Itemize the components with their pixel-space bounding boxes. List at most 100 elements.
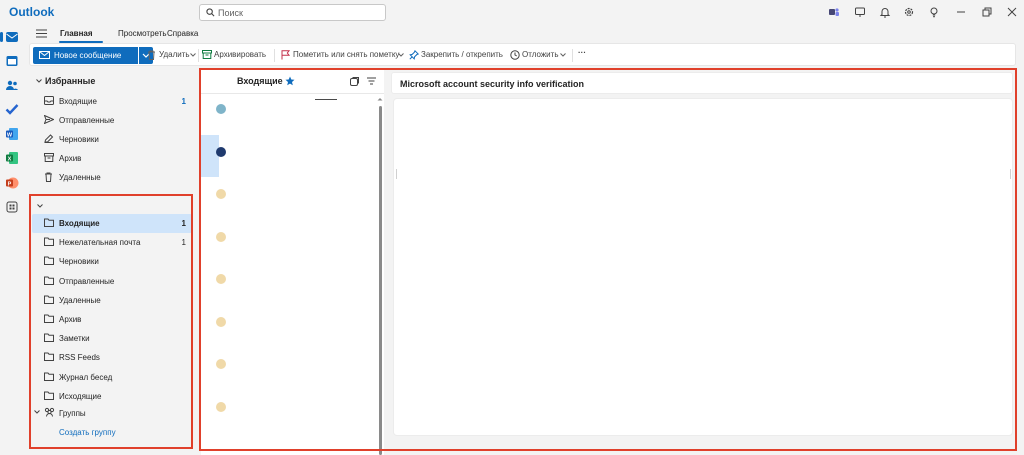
word-icon[interactable]: W bbox=[5, 127, 19, 141]
svg-text:W: W bbox=[7, 132, 13, 138]
delete-button[interactable]: Удалить bbox=[147, 48, 197, 63]
snooze-label: Отложить bbox=[522, 50, 559, 59]
folder-icon bbox=[44, 391, 54, 400]
search-box[interactable] bbox=[199, 4, 386, 21]
tab-view[interactable]: Просмотреть bbox=[118, 29, 167, 38]
chevron-down-icon bbox=[34, 410, 40, 414]
flag-icon bbox=[281, 50, 290, 60]
restore-icon[interactable] bbox=[981, 6, 993, 18]
sender-avatar[interactable] bbox=[216, 274, 226, 284]
sender-avatar[interactable] bbox=[216, 316, 226, 327]
folder-label: Удаленные bbox=[59, 295, 101, 305]
excel-icon[interactable]: X bbox=[5, 151, 19, 165]
folder-label: Архив bbox=[59, 154, 82, 163]
message-body bbox=[393, 98, 1013, 436]
sender-avatar[interactable] bbox=[216, 146, 226, 157]
favorite-deleted[interactable]: Удаленные bbox=[32, 168, 192, 187]
folder-icon bbox=[44, 295, 54, 304]
snooze-button[interactable]: Отложить bbox=[510, 48, 566, 63]
account-folder[interactable]: Удаленные bbox=[32, 291, 192, 310]
scroll-up-icon[interactable] bbox=[377, 97, 383, 101]
archive-button[interactable]: Архивировать bbox=[202, 48, 268, 63]
chevron-down-icon bbox=[560, 53, 566, 57]
calendar-icon[interactable] bbox=[5, 54, 19, 68]
create-group-link[interactable]: Создать группу bbox=[32, 423, 192, 442]
account-folder[interactable]: Архив bbox=[32, 310, 192, 329]
more-commands-button[interactable]: ··· bbox=[578, 48, 592, 63]
teams-icon[interactable] bbox=[828, 6, 840, 18]
send-icon bbox=[44, 115, 54, 124]
tab-home[interactable]: Главная bbox=[60, 29, 93, 38]
chevron-down-icon[interactable] bbox=[37, 204, 43, 208]
search-input[interactable] bbox=[218, 6, 378, 19]
groups-label: Группы bbox=[59, 409, 86, 418]
sender-avatar[interactable] bbox=[216, 104, 226, 114]
folder-icon bbox=[44, 218, 54, 227]
message-subject: Microsoft account security info verifica… bbox=[400, 79, 585, 89]
account-folder[interactable]: Журнал бесед bbox=[32, 368, 192, 387]
favorites-title[interactable]: Избранные bbox=[45, 76, 95, 86]
powerpoint-icon[interactable]: P bbox=[5, 176, 19, 190]
gear-icon[interactable] bbox=[903, 6, 915, 18]
filter-icon[interactable] bbox=[367, 77, 376, 85]
account-folder[interactable]: Заметки bbox=[32, 329, 192, 348]
whiteboard-icon[interactable] bbox=[854, 6, 866, 18]
active-app-indicator bbox=[0, 32, 3, 42]
close-icon[interactable] bbox=[1006, 6, 1018, 18]
folder-label: Архив bbox=[59, 315, 82, 324]
folder-label: Нежелательная почта bbox=[59, 238, 141, 248]
create-group-label: Создать группу bbox=[59, 428, 116, 437]
apps-icon[interactable] bbox=[5, 200, 19, 214]
selected-message-strip bbox=[201, 135, 219, 177]
trash-icon bbox=[148, 50, 155, 60]
todo-icon[interactable] bbox=[5, 102, 19, 116]
flag-label: Пометить или снять пометку bbox=[293, 50, 400, 59]
account-folder[interactable]: RSS Feeds bbox=[32, 348, 192, 367]
groups-item[interactable]: Группы bbox=[32, 404, 192, 423]
hamburger-icon[interactable] bbox=[36, 29, 47, 38]
star-icon[interactable] bbox=[285, 76, 295, 86]
unread-count: 1 bbox=[181, 219, 186, 228]
folder-label: Черновики bbox=[59, 257, 99, 267]
sender-avatar[interactable] bbox=[216, 189, 226, 199]
svg-text:P: P bbox=[8, 181, 12, 187]
mail-icon[interactable] bbox=[5, 30, 19, 44]
folder-label: Удаленные bbox=[59, 173, 101, 182]
favorite-inbox[interactable]: Входящие 1 bbox=[32, 92, 192, 111]
folder-icon bbox=[44, 333, 54, 343]
message-list-scrollbar[interactable] bbox=[379, 106, 382, 455]
list-tab-indicator bbox=[315, 99, 337, 100]
favorite-archive[interactable]: Архив bbox=[32, 149, 192, 168]
resize-grip[interactable] bbox=[1010, 169, 1011, 179]
resize-grip[interactable] bbox=[396, 169, 397, 179]
account-folder[interactable]: Черновики bbox=[32, 252, 192, 271]
folder-label: Отправленные bbox=[59, 116, 115, 125]
sender-avatar[interactable] bbox=[216, 359, 226, 369]
archive-label: Архивировать bbox=[214, 50, 267, 59]
lightbulb-icon[interactable] bbox=[928, 6, 940, 18]
app-rail: W X P bbox=[0, 24, 24, 455]
title-bar: Outlook bbox=[0, 0, 1024, 24]
account-folder[interactable]: Исходящие bbox=[32, 387, 192, 406]
favorite-drafts[interactable]: Черновики bbox=[32, 130, 192, 149]
sender-avatar[interactable] bbox=[216, 401, 226, 412]
groups-icon bbox=[44, 407, 55, 417]
minimize-icon[interactable] bbox=[955, 6, 967, 18]
tab-help[interactable]: Справка bbox=[167, 29, 198, 38]
favorite-sent[interactable]: Отправленные bbox=[32, 111, 192, 130]
chevron-down-icon bbox=[398, 53, 404, 57]
pin-button[interactable]: Закрепить / открепить bbox=[409, 48, 504, 63]
folder-icon bbox=[44, 237, 54, 247]
bell-icon[interactable] bbox=[879, 6, 891, 18]
command-bar: Новое сообщение Удалить Архивировать Пом… bbox=[29, 43, 1016, 66]
people-icon[interactable] bbox=[5, 78, 19, 92]
account-folder[interactable]: Нежелательная почта 1 bbox=[32, 233, 192, 252]
sender-avatar[interactable] bbox=[216, 231, 226, 242]
new-message-label: Новое сообщение bbox=[54, 51, 122, 60]
chevron-down-icon[interactable] bbox=[36, 79, 42, 83]
new-message-button[interactable]: Новое сообщение bbox=[33, 47, 138, 64]
account-folder[interactable]: Входящие 1 bbox=[32, 214, 192, 233]
select-icon[interactable] bbox=[350, 77, 359, 86]
flag-button[interactable]: Пометить или снять пометку bbox=[281, 48, 407, 63]
account-folder[interactable]: Отправленные bbox=[32, 272, 192, 291]
